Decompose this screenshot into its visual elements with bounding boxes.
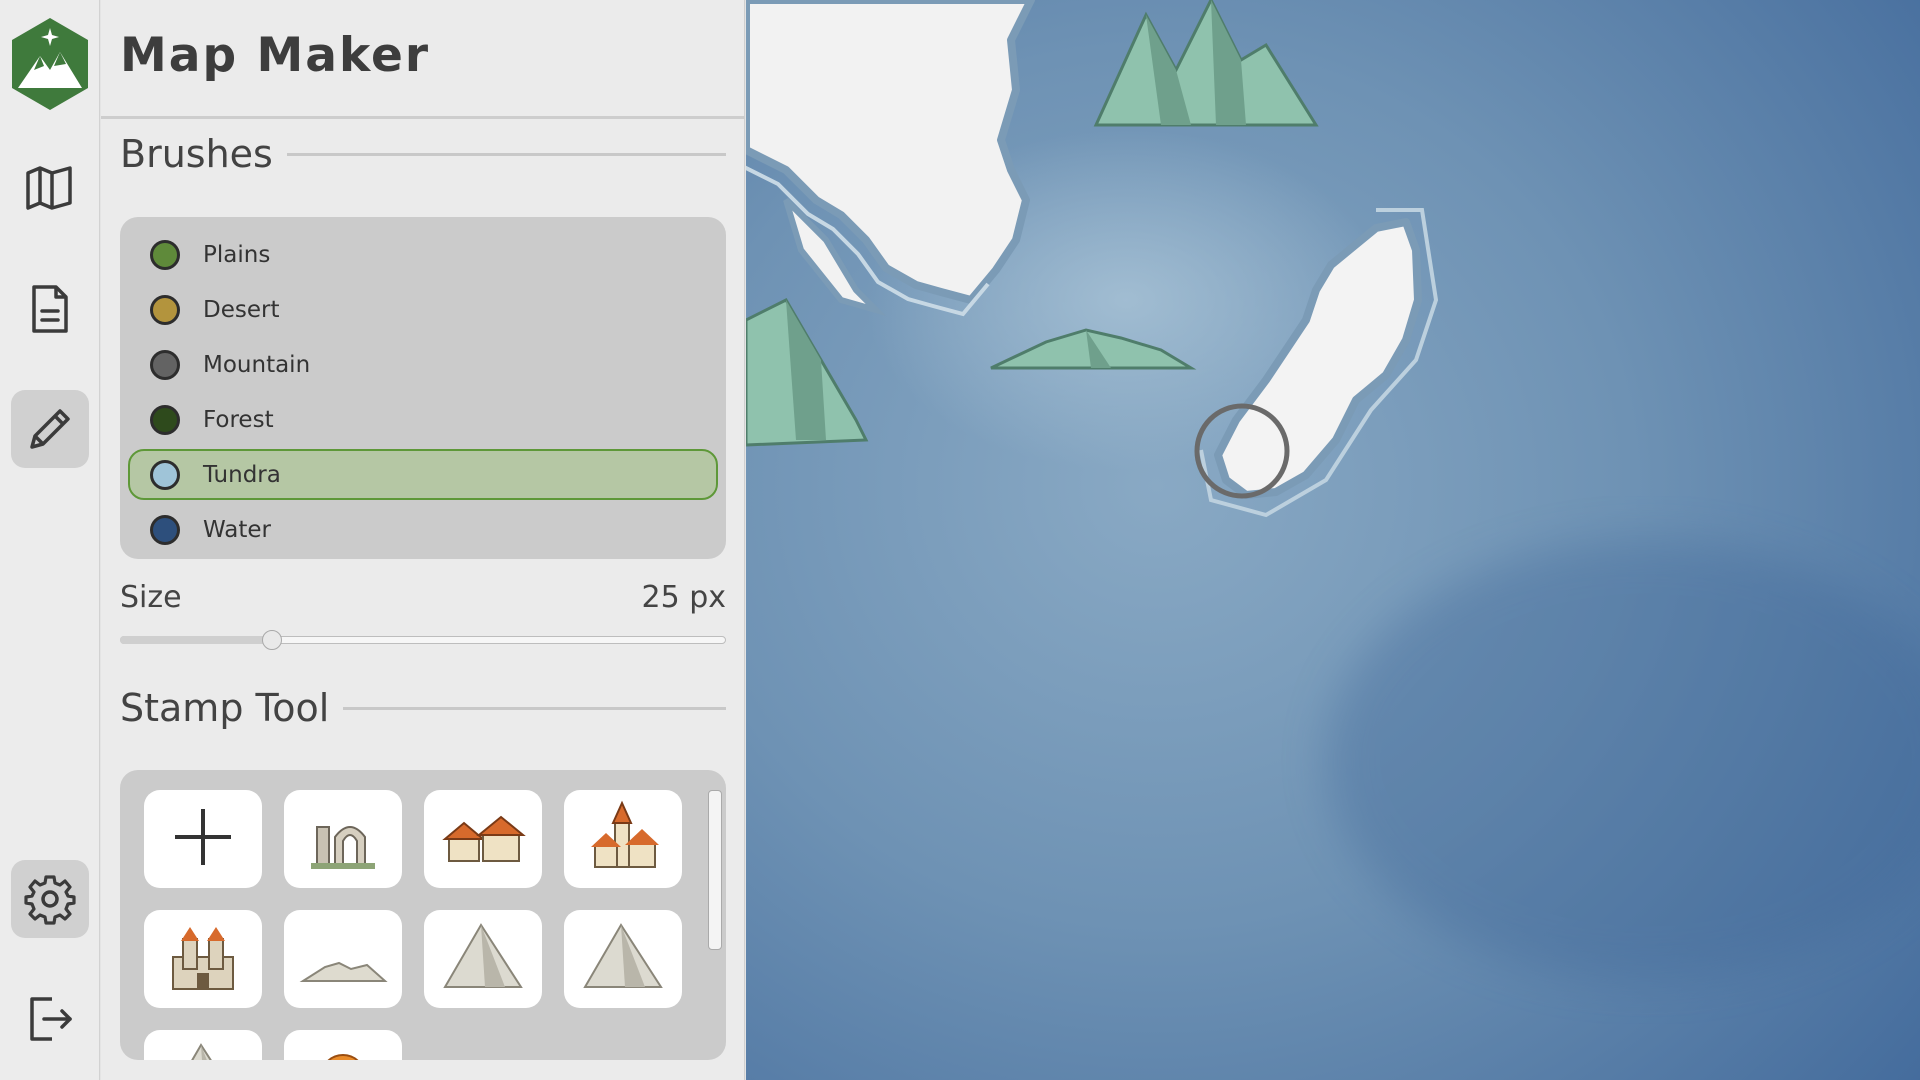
village-stamp-icon [435, 797, 531, 881]
map-icon [26, 166, 72, 210]
brush-label: Forest [203, 406, 274, 433]
logout-icon [30, 997, 72, 1041]
brush-swatch [150, 294, 180, 325]
brush-swatch [150, 239, 180, 270]
nav-document-button[interactable] [11, 270, 89, 348]
stamp-add[interactable] [144, 790, 262, 888]
brush-swatch [150, 514, 180, 545]
brushes-heading: Brushes [120, 132, 273, 176]
stamp-mountains-partial[interactable] [144, 1030, 262, 1060]
mountain-stamp-icon [155, 1037, 251, 1060]
slider-fill [120, 636, 272, 644]
stamp-grid [144, 790, 684, 1060]
brush-size-slider[interactable] [120, 630, 726, 650]
town-stamp-icon [575, 797, 671, 881]
nav-edit-button[interactable] [11, 390, 89, 468]
brush-item-desert[interactable]: Desert [128, 284, 718, 335]
stamp-palette [120, 770, 726, 1060]
title-divider [101, 116, 745, 119]
map-drawing [746, 0, 1920, 1080]
brush-list: Plains Desert Mountain Forest Tundra Water [120, 217, 726, 559]
nav-logout-button[interactable] [11, 980, 89, 1058]
stamp-castle[interactable] [144, 910, 262, 1008]
document-icon [32, 285, 68, 333]
scrollbar-thumb[interactable] [708, 790, 722, 950]
icon-rail [0, 0, 100, 1080]
size-value: 25 px [641, 580, 726, 615]
nav-settings-button[interactable] [11, 860, 89, 938]
brush-item-plains[interactable]: Plains [128, 229, 718, 280]
stamp-village[interactable] [424, 790, 542, 888]
app-title: Map Maker [120, 28, 431, 83]
brush-label: Tundra [203, 461, 281, 488]
app-logo [10, 18, 90, 110]
brush-label: Plains [203, 241, 271, 268]
stamp-scrollbar[interactable] [708, 790, 724, 1050]
pencil-icon [30, 409, 70, 449]
nav-map-button[interactable] [11, 148, 89, 226]
mountain-stamp-icon [435, 917, 531, 1001]
brush-swatch [150, 459, 180, 490]
brush-label: Desert [203, 296, 280, 323]
brush-item-tundra[interactable]: Tundra [128, 449, 718, 500]
brushes-header: Brushes [120, 132, 726, 176]
plus-icon [155, 797, 251, 881]
logo-icon [12, 18, 88, 110]
brush-label: Water [203, 516, 271, 543]
stamp-mountain-2[interactable] [564, 910, 682, 1008]
stamp-hills[interactable] [284, 910, 402, 1008]
stamp-mountain[interactable] [424, 910, 542, 1008]
stamp-tool-divider [343, 706, 726, 710]
size-row: Size 25 px [120, 580, 726, 615]
stamp-town[interactable] [564, 790, 682, 888]
stamp-tool-header: Stamp Tool [120, 686, 726, 730]
mountain-stamp-icon [575, 917, 671, 1001]
ruins-stamp-icon [295, 797, 391, 881]
hills-stamp-icon [295, 917, 391, 1001]
tool-panel: Map Maker Brushes Plains Desert Mountain Fo… [101, 0, 745, 1080]
brush-item-forest[interactable]: Forest [128, 394, 718, 445]
brushes-divider [286, 152, 726, 156]
brush-item-water[interactable]: Water [128, 504, 718, 555]
castle-stamp-icon [155, 917, 251, 1001]
stamp-ruins[interactable] [284, 790, 402, 888]
tree-stamp-icon [295, 1037, 391, 1060]
size-label: Size [120, 580, 182, 615]
map-canvas[interactable] [746, 0, 1920, 1080]
brush-swatch [150, 349, 180, 380]
gear-icon [24, 875, 76, 925]
stamp-tool-heading: Stamp Tool [120, 686, 330, 730]
app-root: Map Maker Brushes Plains Desert Mountain Fo… [0, 0, 1920, 1080]
brush-item-mountain[interactable]: Mountain [128, 339, 718, 390]
stamp-tree-partial[interactable] [284, 1030, 402, 1060]
slider-thumb[interactable] [261, 630, 282, 650]
brush-swatch [150, 404, 180, 435]
brush-label: Mountain [203, 351, 311, 378]
